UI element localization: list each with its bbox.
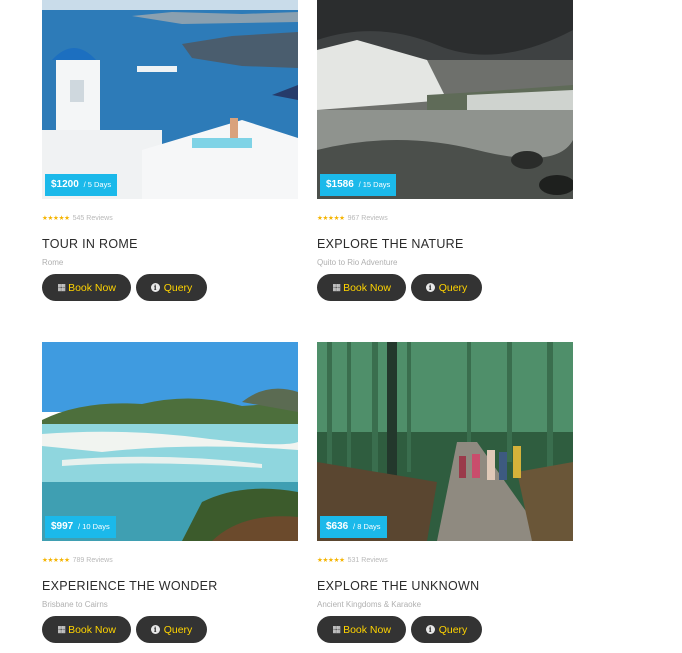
tour-card: $636 / 8 Days ★★★★★ 531 Reviews EXPLORE … xyxy=(317,342,573,643)
tour-card: $997 / 10 Days ★★★★★ 789 Reviews EXPERIE… xyxy=(42,342,298,643)
tour-subtitle: Quito to Rio Adventure xyxy=(317,258,398,267)
book-now-button[interactable]: ▦ Book Now xyxy=(42,616,131,643)
tour-title[interactable]: TOUR IN ROME xyxy=(42,237,298,251)
bamboo-forest-photo xyxy=(317,342,573,541)
price-badge: $1586 / 15 Days xyxy=(320,174,397,196)
beach-photo xyxy=(42,342,298,541)
duration: / 8 Days xyxy=(353,522,381,531)
tour-card: $1586 / 15 Days ★★★★★ 967 Reviews EXPLOR… xyxy=(317,0,573,301)
calendar-icon: ▦ xyxy=(332,282,342,293)
price: $1200 xyxy=(51,179,79,190)
tour-title[interactable]: EXPLORE THE UNKNOWN xyxy=(317,579,573,593)
tour-subtitle: Rome xyxy=(42,258,64,267)
price-badge: $997 / 10 Days xyxy=(45,516,116,538)
price-badge: $1200 / 5 Days xyxy=(45,174,118,196)
waterfall-photo xyxy=(317,0,573,199)
tour-subtitle: Ancient Kingdoms & Karaoke xyxy=(317,600,422,609)
book-now-label: Book Now xyxy=(68,281,116,294)
rating: ★★★★★ 967 Reviews xyxy=(317,214,573,224)
query-button[interactable]: i Query xyxy=(136,616,207,643)
query-button[interactable]: i Query xyxy=(411,274,482,301)
book-now-button[interactable]: ▦ Book Now xyxy=(42,274,131,301)
query-button[interactable]: i Query xyxy=(136,274,207,301)
price-badge: $636 / 8 Days xyxy=(320,516,387,538)
duration: / 5 Days xyxy=(83,180,112,189)
book-now-label: Book Now xyxy=(343,623,391,636)
star-rating-icon: ★★★★★ xyxy=(42,557,70,564)
tour-title[interactable]: EXPLORE THE NATURE xyxy=(317,237,573,251)
duration: / 10 Days xyxy=(78,522,110,531)
tour-actions: ▦ Book Now i Query xyxy=(317,274,573,301)
book-now-label: Book Now xyxy=(68,623,116,636)
price: $1586 xyxy=(326,179,354,190)
tour-actions: ▦ Book Now i Query xyxy=(317,616,573,643)
query-label: Query xyxy=(163,281,193,294)
info-icon: i xyxy=(425,283,435,292)
tour-actions: ▦ Book Now i Query xyxy=(42,274,298,301)
book-now-button[interactable]: ▦ Book Now xyxy=(317,616,406,643)
rating: ★★★★★ 545 Reviews xyxy=(42,214,298,224)
tour-image[interactable]: $997 / 10 Days xyxy=(42,342,298,541)
query-label: Query xyxy=(438,623,468,636)
calendar-icon: ▦ xyxy=(332,624,342,635)
santorini-photo xyxy=(42,0,298,199)
price: $636 xyxy=(326,521,349,532)
info-icon: i xyxy=(425,625,435,634)
rating: ★★★★★ 531 Reviews xyxy=(317,556,573,566)
book-now-label: Book Now xyxy=(343,281,391,294)
price: $997 xyxy=(51,521,74,532)
review-count: 967 Reviews xyxy=(347,215,388,222)
duration: / 15 Days xyxy=(358,180,391,189)
book-now-button[interactable]: ▦ Book Now xyxy=(317,274,406,301)
review-count: 545 Reviews xyxy=(72,215,113,222)
tour-subtitle: Brisbane to Cairns xyxy=(42,600,108,609)
rating: ★★★★★ 789 Reviews xyxy=(42,556,298,566)
tour-title[interactable]: EXPERIENCE THE WONDER xyxy=(42,579,298,593)
tour-card: $1200 / 5 Days ★★★★★ 545 Reviews TOUR IN… xyxy=(42,0,298,301)
star-rating-icon: ★★★★★ xyxy=(317,215,345,222)
calendar-icon: ▦ xyxy=(57,282,67,293)
query-label: Query xyxy=(163,623,193,636)
tour-image[interactable]: $1200 / 5 Days xyxy=(42,0,298,199)
tour-image[interactable]: $1586 / 15 Days xyxy=(317,0,573,199)
query-label: Query xyxy=(438,281,468,294)
tour-actions: ▦ Book Now i Query xyxy=(42,616,298,643)
info-icon: i xyxy=(150,283,160,292)
review-count: 789 Reviews xyxy=(72,557,113,564)
info-icon: i xyxy=(150,625,160,634)
review-count: 531 Reviews xyxy=(347,557,388,564)
star-rating-icon: ★★★★★ xyxy=(42,215,70,222)
query-button[interactable]: i Query xyxy=(411,616,482,643)
star-rating-icon: ★★★★★ xyxy=(317,557,345,564)
tour-image[interactable]: $636 / 8 Days xyxy=(317,342,573,541)
calendar-icon: ▦ xyxy=(57,624,67,635)
